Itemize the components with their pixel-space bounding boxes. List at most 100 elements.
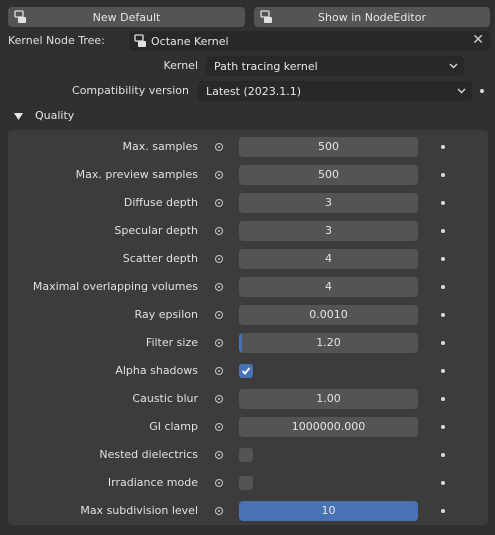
property-value: 500 [318, 140, 339, 153]
node-tree-icon [134, 34, 146, 47]
decorator-dot[interactable] [480, 89, 484, 93]
property-number-field[interactable]: 3 [239, 193, 418, 213]
property-row: Filter size 1.20 [8, 333, 488, 353]
animate-property-icon[interactable] [215, 339, 223, 347]
property-row: Ray epsilon 0.0010 [8, 305, 488, 325]
property-value: 10 [321, 504, 336, 517]
property-row: GI clamp 1000000.000 [8, 417, 488, 437]
new-default-label: New Default [92, 10, 161, 24]
property-label: GI clamp [149, 420, 198, 433]
decorator-dot[interactable] [441, 425, 445, 429]
checkmark-icon [241, 367, 251, 375]
node-tree-icon [260, 10, 272, 23]
property-number-field[interactable]: 0.0010 [239, 305, 418, 325]
animate-property-icon[interactable] [215, 367, 223, 375]
decorator-dot[interactable] [441, 285, 445, 289]
property-label: Ray epsilon [134, 308, 198, 321]
decorator-dot[interactable] [441, 481, 445, 485]
property-number-field[interactable]: 4 [239, 249, 418, 269]
property-number-field[interactable]: 1000000.000 [239, 417, 418, 437]
property-number-field[interactable]: 3 [239, 221, 418, 241]
property-row: Max. preview samples 500 [8, 165, 488, 185]
property-value: 3 [325, 224, 332, 237]
compatibility-label: Compatibility version [72, 84, 189, 97]
property-row: Diffuse depth 3 [8, 193, 488, 213]
property-row: Maximal overlapping volumes 4 [8, 277, 488, 297]
compatibility-dropdown[interactable]: Latest (2023.1.1) [198, 81, 472, 101]
animate-property-icon[interactable] [215, 283, 223, 291]
decorator-dot[interactable] [441, 397, 445, 401]
property-label: Caustic blur [132, 392, 198, 405]
decorator-dot[interactable] [441, 145, 445, 149]
property-row: Alpha shadows [8, 361, 488, 381]
property-row: Max. samples 500 [8, 137, 488, 157]
kernel-node-tree-field[interactable]: Octane Kernel ✕ [129, 31, 490, 51]
animate-property-icon[interactable] [215, 199, 223, 207]
property-row: Scatter depth 4 [8, 249, 488, 269]
property-checkbox[interactable] [239, 476, 253, 490]
close-icon[interactable]: ✕ [472, 32, 484, 48]
animate-property-icon[interactable] [215, 143, 223, 151]
property-value: 4 [325, 252, 332, 265]
chevron-down-icon [457, 88, 466, 94]
property-value: 1.00 [316, 392, 341, 405]
property-row: Irradiance mode [8, 473, 488, 493]
property-slider[interactable]: 1.20 [239, 333, 418, 353]
animate-property-icon[interactable] [215, 423, 223, 431]
property-number-field[interactable]: 500 [239, 137, 418, 157]
property-value: 1000000.000 [291, 420, 366, 433]
quality-panel-body: Max. samples 500 Max. preview samples 500 Di… [8, 130, 488, 525]
animate-property-icon[interactable] [215, 255, 223, 263]
property-value: 3 [325, 196, 332, 209]
kernel-value: Path tracing kernel [214, 59, 318, 73]
property-label: Diffuse depth [123, 196, 198, 209]
animate-property-icon[interactable] [215, 507, 223, 515]
property-row: Caustic blur 1.00 [8, 389, 488, 409]
animate-property-icon[interactable] [215, 311, 223, 319]
show-in-node-editor-label: Show in NodeEditor [318, 10, 426, 24]
new-default-button[interactable]: New Default [8, 7, 245, 27]
property-checkbox[interactable] [239, 364, 253, 378]
node-tree-icon [14, 10, 26, 23]
animate-property-icon[interactable] [215, 171, 223, 179]
animate-property-icon[interactable] [215, 479, 223, 487]
kernel-label: Kernel [163, 59, 198, 72]
decorator-dot[interactable] [441, 229, 445, 233]
decorator-dot[interactable] [441, 201, 445, 205]
kernel-dropdown[interactable]: Path tracing kernel [206, 56, 464, 76]
animate-property-icon[interactable] [215, 227, 223, 235]
property-value: 500 [318, 168, 339, 181]
decorator-dot[interactable] [441, 341, 445, 345]
animate-property-icon[interactable] [215, 451, 223, 459]
property-label: Maximal overlapping volumes [32, 280, 198, 293]
property-number-field[interactable]: 1.00 [239, 389, 418, 409]
quality-panel-title: Quality [35, 109, 75, 122]
kernel-node-tree-value: Octane Kernel [151, 34, 229, 48]
property-label: Max subdivision level [80, 504, 198, 517]
property-number-field[interactable]: 500 [239, 165, 418, 185]
property-number-field[interactable]: 4 [239, 277, 418, 297]
decorator-dot[interactable] [441, 509, 445, 513]
property-checkbox[interactable] [239, 448, 253, 462]
decorator-dot[interactable] [441, 369, 445, 373]
triangle-down-icon [14, 113, 23, 120]
property-label: Max. samples [122, 140, 198, 153]
property-label: Nested dielectrics [99, 448, 198, 461]
kernel-node-tree-label: Kernel Node Tree: [8, 34, 105, 47]
decorator-dot[interactable] [441, 257, 445, 261]
animate-property-icon[interactable] [215, 395, 223, 403]
property-label: Irradiance mode [107, 476, 198, 489]
quality-panel-header[interactable]: Quality [0, 106, 495, 128]
show-in-node-editor-button[interactable]: Show in NodeEditor [254, 7, 490, 27]
property-label: Scatter depth [122, 252, 198, 265]
decorator-dot[interactable] [441, 313, 445, 317]
chevron-down-icon [449, 63, 458, 69]
property-value: 4 [325, 280, 332, 293]
decorator-dot[interactable] [441, 173, 445, 177]
property-row: Specular depth 3 [8, 221, 488, 241]
property-row: Nested dielectrics [8, 445, 488, 465]
property-value: 1.20 [316, 336, 341, 349]
decorator-dot[interactable] [441, 453, 445, 457]
property-label: Alpha shadows [115, 364, 198, 377]
property-slider[interactable]: 10 [239, 501, 418, 521]
